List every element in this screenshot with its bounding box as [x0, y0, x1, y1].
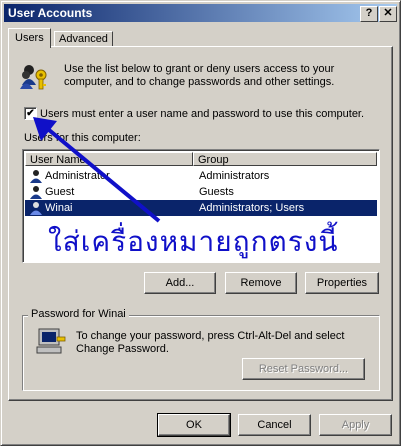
properties-button[interactable]: Properties — [305, 272, 379, 294]
password-info-line-1: To change your password, press Ctrl-Alt-… — [76, 330, 345, 342]
help-button[interactable]: ? — [360, 6, 378, 22]
user-group: Guests — [199, 186, 234, 198]
tab-users[interactable]: Users — [8, 28, 51, 48]
annotation-text: ใส่เครื่องหมายถูกตรงนี้ — [48, 225, 339, 258]
annotation-arrow — [33, 117, 161, 223]
intro-line-1: Use the list below to grant or deny user… — [64, 63, 335, 75]
user-group: Administrators — [199, 170, 270, 182]
cancel-button[interactable]: Cancel — [238, 414, 311, 436]
column-header-group[interactable]: Group — [193, 152, 377, 166]
intro-line-2: computer, and to change passwords and ot… — [64, 76, 335, 88]
users-key-icon — [20, 65, 47, 90]
window-title: User Accounts — [8, 6, 93, 20]
reset-password-button[interactable]: Reset Password... — [242, 358, 365, 380]
user-group: Administrators; Users — [199, 202, 305, 214]
remove-button[interactable]: Remove — [225, 272, 297, 294]
title-bar[interactable]: User Accounts ? ✕ — [4, 4, 397, 22]
add-button[interactable]: Add... — [144, 272, 216, 294]
tab-advanced[interactable]: Advanced — [54, 31, 113, 47]
user-accounts-window: User Accounts ? ✕ Advanced Users Use the… — [0, 0, 401, 446]
apply-button[interactable]: Apply — [319, 414, 392, 436]
password-group-title: Password for Winai — [28, 308, 129, 321]
computer-key-icon — [36, 328, 66, 354]
close-button[interactable]: ✕ — [379, 6, 397, 22]
password-info-line-2: Change Password. — [76, 343, 169, 355]
ok-button[interactable]: OK — [157, 413, 231, 437]
